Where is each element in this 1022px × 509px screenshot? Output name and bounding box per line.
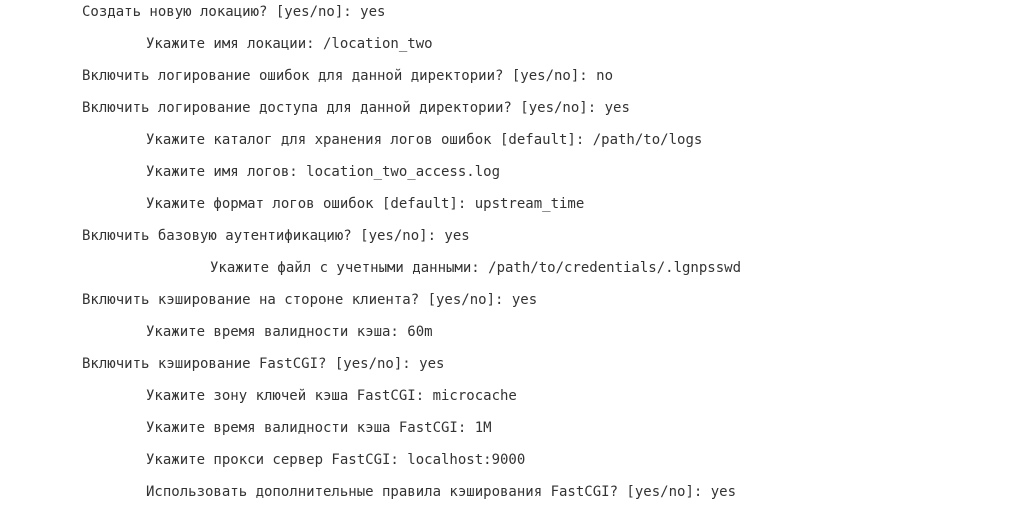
terminal-line-location-name: Укажите имя локации: /location_two	[146, 36, 433, 52]
terminal-line-cache-validity: Укажите время валидности кэша: 60m	[146, 324, 433, 340]
terminal-line-client-cache: Включить кэширование на стороне клиента?…	[82, 292, 538, 308]
terminal-line-create-location: Создать новую локацию? [yes/no]: yes	[82, 4, 386, 20]
terminal-line-basic-auth: Включить базовую аутентификацию? [yes/no…	[82, 228, 470, 244]
terminal-line-fastcgi-zone: Укажите зону ключей кэша FastCGI: microc…	[146, 388, 517, 404]
terminal-line-log-name: Укажите имя логов: location_two_access.l…	[146, 164, 501, 180]
terminal-line-log-directory: Укажите каталог для хранения логов ошибо…	[146, 132, 703, 148]
terminal-line-fastcgi-proxy: Укажите прокси сервер FastCGI: localhost…	[146, 452, 526, 468]
terminal-line-fastcgi-extra-rules: Использовать дополнительные правила кэши…	[146, 484, 737, 500]
terminal-line-fastcgi-cache: Включить кэширование FastCGI? [yes/no]: …	[82, 356, 445, 372]
terminal-line-access-logging: Включить логирование доступа для данной …	[82, 100, 630, 116]
terminal-line-error-logging: Включить логирование ошибок для данной д…	[82, 68, 614, 84]
terminal-line-fastcgi-validity: Укажите время валидности кэша FastCGI: 1…	[146, 420, 492, 436]
terminal-output: Создать новую локацию? [yes/no]: yes Ука…	[0, 0, 1022, 509]
terminal-line-credentials-file: Укажите файл с учетными данными: /path/t…	[210, 260, 742, 276]
terminal-line-log-format: Укажите формат логов ошибок [default]: u…	[146, 196, 585, 212]
